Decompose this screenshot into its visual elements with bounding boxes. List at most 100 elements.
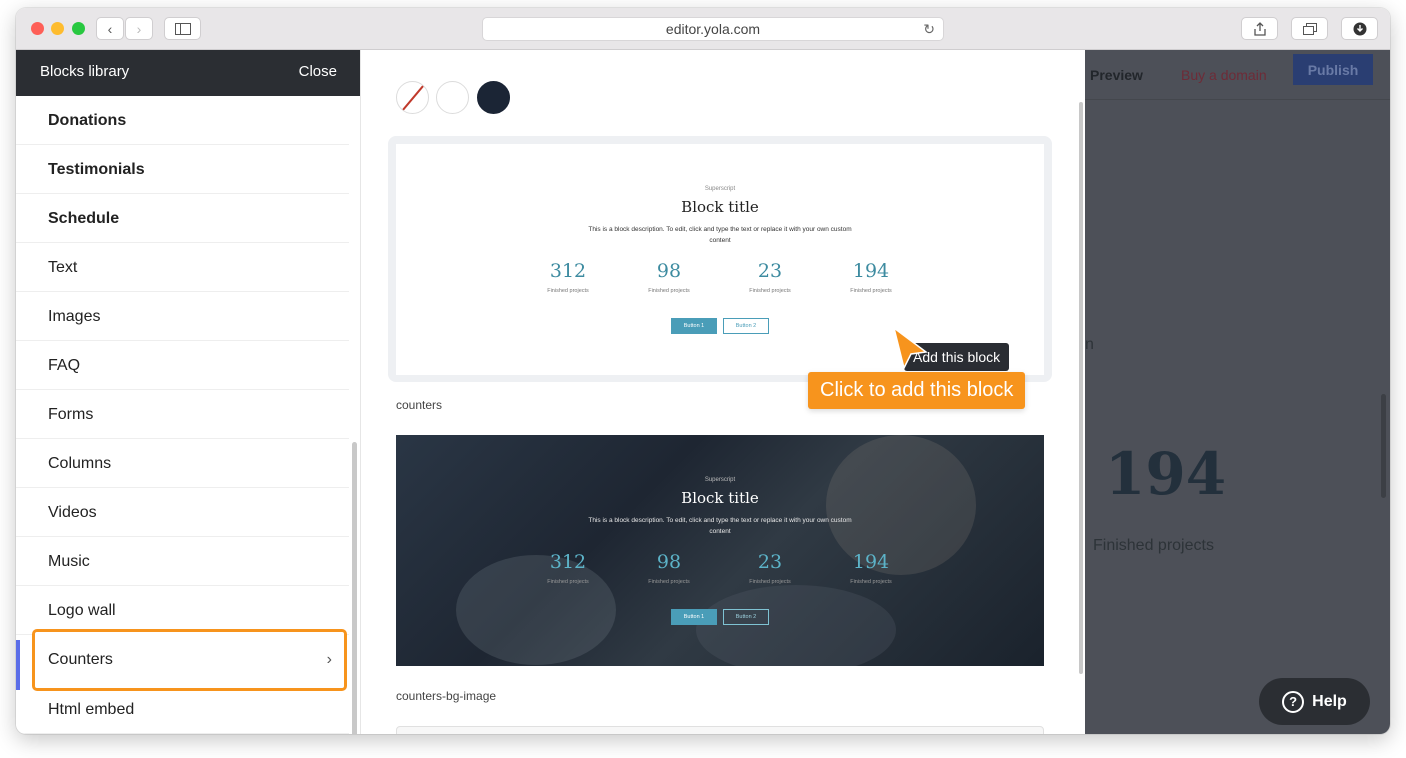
chevron-right-icon: › xyxy=(136,20,142,37)
block-title: Block title xyxy=(681,198,759,216)
close-window-button[interactable] xyxy=(31,22,44,35)
background-photo-shape xyxy=(696,585,896,666)
minimize-window-button[interactable] xyxy=(51,22,64,35)
block-superscript: Superscript xyxy=(704,477,736,483)
counter-value: 312 xyxy=(549,551,587,573)
category-label: Text xyxy=(48,259,78,276)
address-bar[interactable]: editor.yola.com ↻ xyxy=(482,17,944,41)
url-text: editor.yola.com xyxy=(665,21,761,37)
category-label: Html embed xyxy=(48,701,135,718)
category-label: Logo wall xyxy=(48,602,116,619)
gallery-scrollbar[interactable] xyxy=(1079,102,1083,674)
share-icon xyxy=(1253,21,1266,36)
counter-item: 23 Finished projects xyxy=(720,551,820,585)
category-label: Videos xyxy=(48,504,97,521)
counter-label: Finished projects xyxy=(749,579,791,585)
counter-item: 98 Finished projects xyxy=(619,260,719,294)
counter-label: Finished projects xyxy=(547,288,589,294)
counter-value: 98 xyxy=(656,551,682,573)
counter-item: 98 Finished projects xyxy=(619,551,719,585)
category-testimonials[interactable]: Testimonials xyxy=(16,145,349,194)
site-preview-overlay: Preview Buy a domain Publish n 194 Finis… xyxy=(1085,50,1390,734)
forward-button[interactable]: › xyxy=(125,17,153,40)
blocks-library-panel: Blocks library Close Donations Testimoni… xyxy=(16,50,361,734)
browser-window: ‹ › editor.yola.com ↻ Blocks library Clo… xyxy=(16,8,1390,734)
counter-value: 23 xyxy=(757,551,783,573)
preview-text-fragment: n xyxy=(1085,336,1094,353)
editor-top-bar: Preview Buy a domain Publish xyxy=(1085,50,1390,100)
category-donations[interactable]: Donations xyxy=(16,96,349,145)
counter-item: 23 Finished projects xyxy=(720,260,820,294)
block-name-label: counters-bg-image xyxy=(396,689,497,703)
block-superscript: Superscript xyxy=(704,186,736,192)
pointer-cursor-icon xyxy=(892,326,928,371)
category-schedule[interactable]: Schedule xyxy=(16,194,349,243)
counter-value: 23 xyxy=(757,260,783,282)
downloads-button[interactable] xyxy=(1341,17,1378,40)
chevron-right-icon: › xyxy=(326,651,332,668)
color-swatch-none[interactable] xyxy=(396,81,429,114)
blocks-library-title: Blocks library xyxy=(40,63,130,80)
counter-value: 194 xyxy=(852,551,890,573)
counter-label: Finished projects xyxy=(547,579,589,585)
sidebar-toggle-button[interactable] xyxy=(164,17,201,40)
counter-item: 194 Finished projects xyxy=(821,551,921,585)
block-preview-next[interactable] xyxy=(396,726,1044,734)
block-description: This is a block description. To edit, cl… xyxy=(588,517,852,535)
category-videos[interactable]: Videos xyxy=(16,488,349,537)
block-gallery: Superscript Block title This is a block … xyxy=(361,50,1085,734)
color-swatch-white[interactable] xyxy=(436,81,469,114)
buy-domain-link[interactable]: Buy a domain xyxy=(1181,67,1267,83)
zoom-window-button[interactable] xyxy=(72,22,85,35)
category-forms[interactable]: Forms xyxy=(16,390,349,439)
preview-scrollbar[interactable] xyxy=(1381,394,1386,498)
chevron-left-icon: ‹ xyxy=(107,20,113,37)
reload-icon[interactable]: ↻ xyxy=(923,21,935,38)
download-icon xyxy=(1353,22,1366,35)
block-button-2: Button 2 xyxy=(723,609,769,625)
block-description: This is a block description. To edit, cl… xyxy=(588,226,852,244)
category-faq[interactable]: FAQ xyxy=(16,341,349,390)
close-button[interactable]: Close xyxy=(299,63,337,80)
tabs-button[interactable] xyxy=(1291,17,1328,40)
category-label: FAQ xyxy=(48,357,81,374)
category-label: Counters xyxy=(48,651,113,668)
counter-item: 194 Finished projects xyxy=(821,260,921,294)
counter-label: Finished projects xyxy=(648,579,690,585)
block-button-1: Button 1 xyxy=(671,609,717,625)
counter-label: Finished projects xyxy=(850,288,892,294)
counter-label: Finished projects xyxy=(749,288,791,294)
color-swatch-dark[interactable] xyxy=(477,81,510,114)
tabs-icon xyxy=(1302,22,1317,35)
counter-label: Finished projects xyxy=(648,288,690,294)
block-preview-counters-bg-image[interactable]: Superscript Block title This is a block … xyxy=(396,435,1044,666)
publish-button[interactable]: Publish xyxy=(1293,54,1373,85)
category-html-embed[interactable]: Html embed xyxy=(16,685,349,734)
help-button[interactable]: ? Help xyxy=(1259,678,1370,725)
counter-value: 194 xyxy=(852,260,890,282)
counter-value: 312 xyxy=(549,260,587,282)
sidebar-icon xyxy=(174,22,191,35)
back-button[interactable]: ‹ xyxy=(96,17,124,40)
preview-link[interactable]: Preview xyxy=(1090,67,1143,83)
share-button[interactable] xyxy=(1241,17,1278,40)
category-label: Testimonials xyxy=(48,161,145,178)
category-label: Schedule xyxy=(48,210,120,227)
category-label: Columns xyxy=(48,455,112,472)
preview-counter-label: Finished projects xyxy=(1093,537,1214,554)
block-button-1: Button 1 xyxy=(671,318,717,334)
category-images[interactable]: Images xyxy=(16,292,349,341)
category-label: Images xyxy=(48,308,101,325)
block-preview-counters[interactable]: Superscript Block title This is a block … xyxy=(396,144,1044,375)
sidebar-scrollbar[interactable] xyxy=(352,442,357,734)
counter-item: 312 Finished projects xyxy=(518,260,618,294)
category-music[interactable]: Music xyxy=(16,537,349,586)
category-label: Forms xyxy=(48,406,94,423)
category-counters[interactable]: Counters › xyxy=(32,629,347,691)
counter-item: 312 Finished projects xyxy=(518,551,618,585)
browser-toolbar: ‹ › editor.yola.com ↻ xyxy=(16,8,1390,50)
block-category-list: Donations Testimonials Schedule Text Ima… xyxy=(16,96,349,734)
category-logo-wall[interactable]: Logo wall xyxy=(16,586,349,635)
category-columns[interactable]: Columns xyxy=(16,439,349,488)
category-text[interactable]: Text xyxy=(16,243,349,292)
